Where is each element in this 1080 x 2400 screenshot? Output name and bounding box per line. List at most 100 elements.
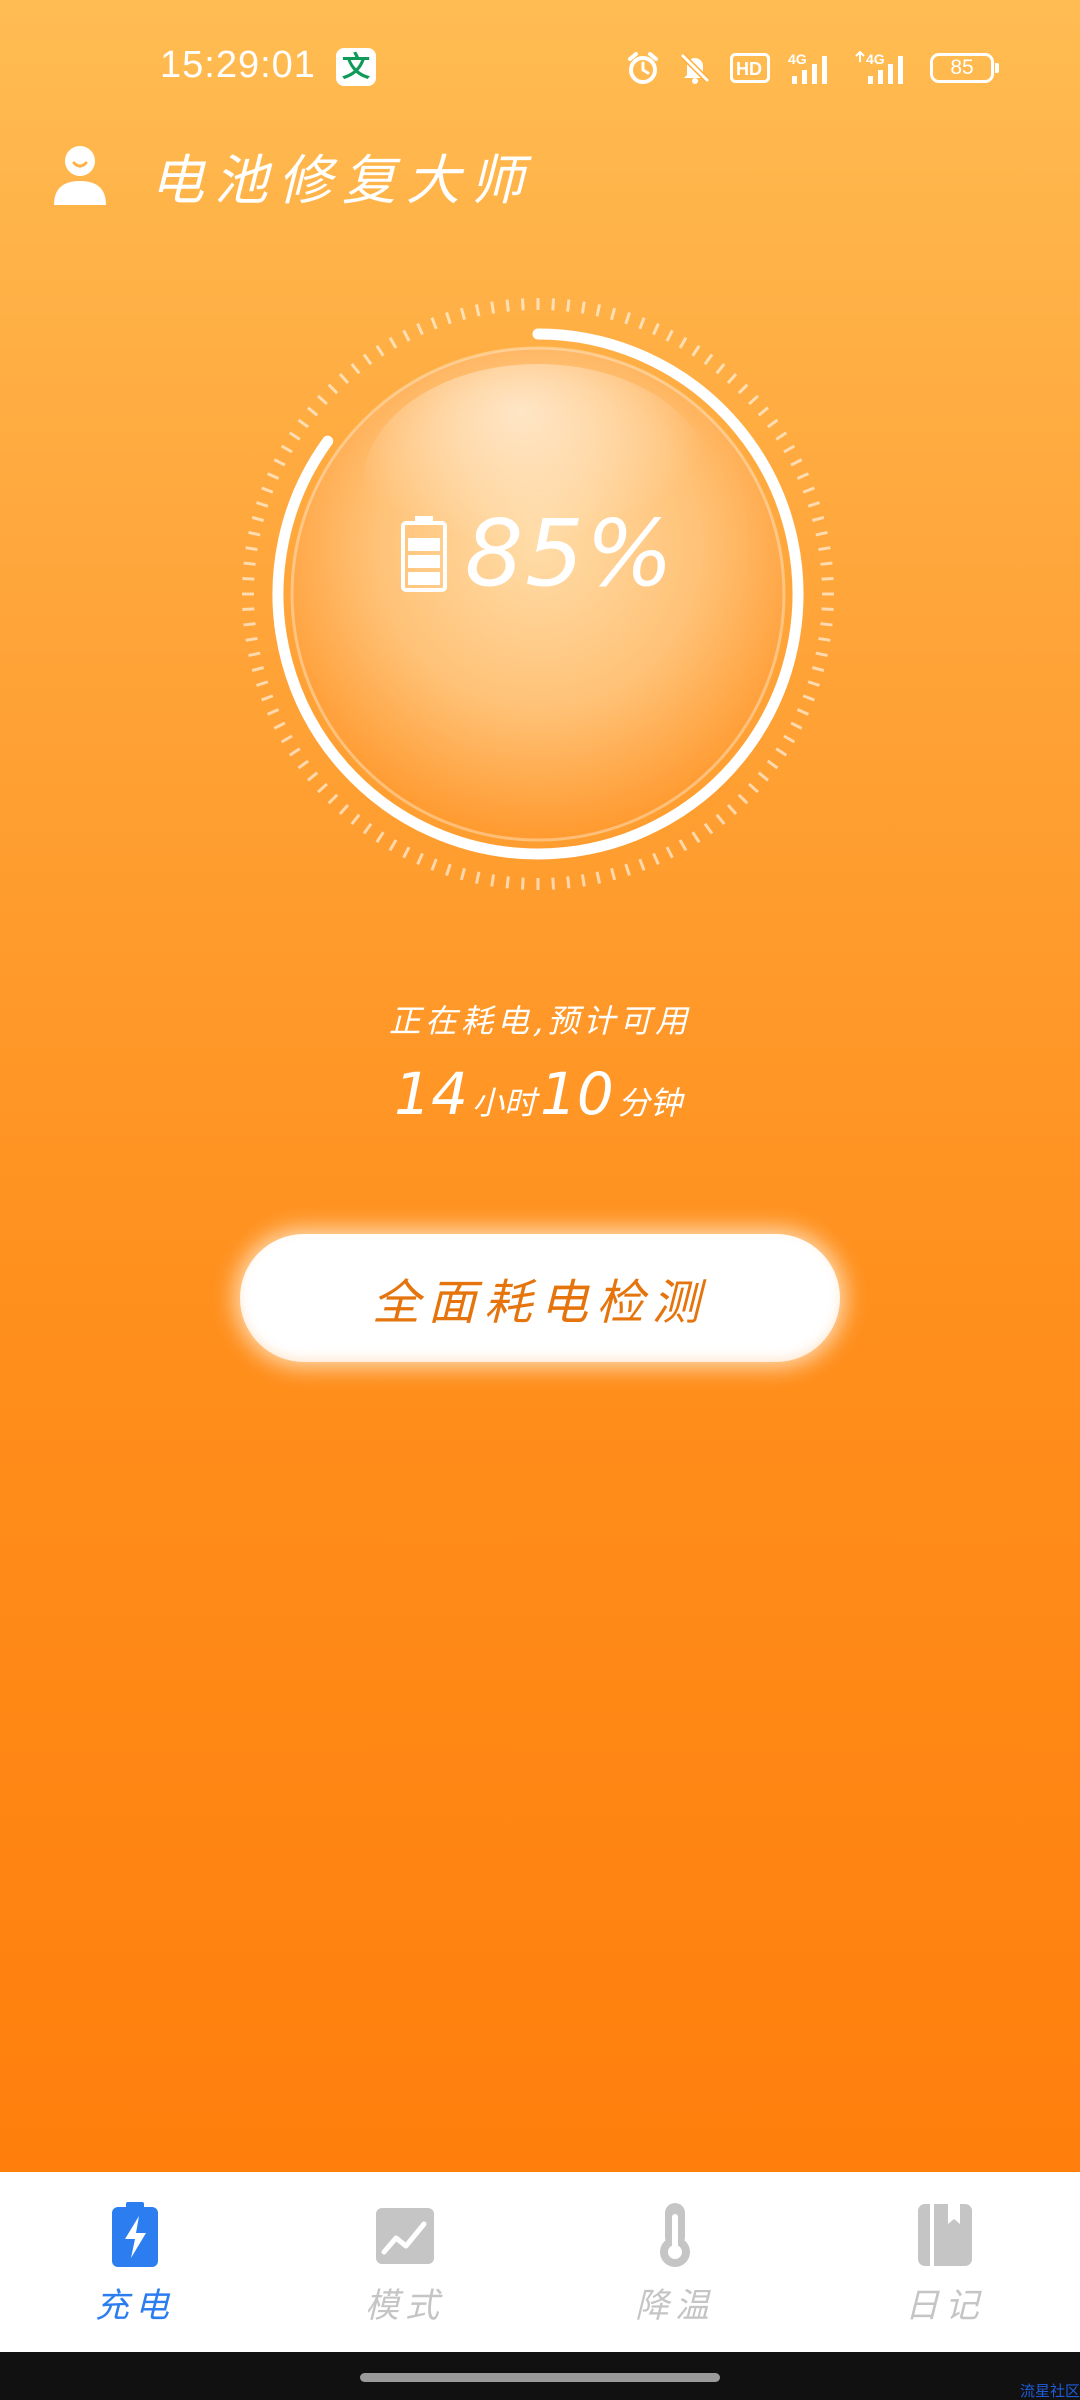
gauge-tick [430, 858, 438, 871]
gauge-tick [595, 871, 602, 884]
estimate-time: 14 小时10 分钟 [0, 1060, 1080, 1128]
gauge-tick [416, 852, 424, 866]
nav-label-mode: 模式 [365, 2286, 445, 2326]
charge-icon [112, 2202, 158, 2267]
gauge-tick [821, 607, 834, 611]
gauge-tick [505, 299, 510, 312]
gauge-tick [566, 876, 571, 889]
gauge-tick [678, 839, 688, 852]
nav-item-charge[interactable]: 充电 [0, 2172, 270, 2352]
gauge-tick [317, 394, 328, 406]
nav-item-diary[interactable]: 日记 [810, 2172, 1080, 2352]
gauge-tick [802, 486, 815, 494]
gauge-tick [802, 694, 815, 702]
gauge-tick [350, 363, 361, 375]
nav-item-mode[interactable]: 模式 [270, 2172, 540, 2352]
gauge-tick [261, 694, 274, 702]
status-time: 15:29:01 [160, 44, 316, 86]
nav-item-cool[interactable]: 降温 [540, 2172, 810, 2352]
gauge-tick [388, 839, 398, 852]
gauge-tick [362, 822, 373, 835]
nav-label-charge: 充电 [95, 2286, 175, 2326]
gauge-tick [266, 472, 280, 480]
gauge-tick [375, 831, 385, 844]
alarm-icon [628, 52, 658, 84]
gauge-label: 85% [238, 500, 838, 607]
gauge-tick [691, 344, 701, 357]
gauge-tick [430, 317, 438, 330]
battery-app-screen: 15:29:01 文 HD 4G 4G 85 电池修复大师 85% 正在耗电,预… [0, 0, 1080, 2400]
gauge-tick [261, 486, 274, 494]
gauge-tick [251, 666, 265, 673]
gauge-tick [807, 680, 820, 687]
nav-label-diary: 日记 [905, 2286, 985, 2326]
gauge-tick [307, 771, 319, 782]
gauge-tick [766, 418, 779, 429]
gauge-tick [402, 846, 411, 859]
gauge-tick [726, 373, 738, 384]
gauge-tick [766, 759, 779, 770]
gauge-tick [652, 322, 660, 336]
gauge-tick [775, 431, 788, 441]
gauge-tick [610, 867, 617, 881]
gauge-tick [288, 747, 301, 757]
estimate-status: 正在耗电,预计可用 [388, 1002, 692, 1040]
hd-icon: HD [730, 53, 770, 83]
gauge-tick [748, 394, 759, 406]
gauge-tick [715, 813, 726, 825]
network-label: 4G [788, 51, 807, 67]
estimate-minutes-unit: 分钟 [617, 1084, 682, 1122]
gauge-tick [521, 877, 525, 890]
gauge-tick [338, 804, 350, 815]
network-label: 4G [866, 51, 885, 67]
gauge-tick [416, 322, 424, 336]
app-title: 电池修复大师 [150, 149, 534, 212]
gauge-tick [580, 301, 586, 314]
gauge-tick [474, 304, 481, 317]
gauge-tick [375, 344, 385, 357]
gauge-tick [796, 708, 810, 716]
estimate-hours-unit: 小时 [471, 1084, 536, 1122]
estimate-hours: 14 [394, 1060, 468, 1128]
thermometer-icon [660, 2203, 690, 2267]
battery-icon [400, 515, 447, 592]
gauge-tick [703, 822, 714, 835]
gauge-tick [818, 636, 831, 642]
gauge-tick [726, 804, 738, 815]
gauge-tick [490, 301, 496, 314]
estimate-minutes: 10 [540, 1060, 614, 1128]
gauge-tick [775, 747, 788, 757]
gauge-tick [297, 759, 310, 770]
gauge-tick [678, 336, 688, 349]
gauge-tick [624, 312, 631, 325]
gauge-tick [665, 846, 674, 859]
signal-4g-icon: 4G [855, 50, 903, 84]
gauge-tick [243, 622, 256, 627]
chart-image-icon [376, 2208, 434, 2264]
gauge-tick [757, 771, 769, 782]
gauge-tick [245, 636, 258, 642]
gauge-tick [811, 666, 825, 673]
user-icon[interactable] [52, 143, 108, 207]
full-detect-button[interactable]: 全面耗电检测 [240, 1234, 840, 1362]
home-indicator[interactable] [360, 2373, 720, 2382]
battery-percent: 85% [464, 500, 676, 607]
notebook-icon [918, 2204, 972, 2266]
gauge-tick [505, 876, 510, 889]
gauge-tick [280, 734, 293, 744]
gauge-tick [307, 406, 319, 417]
gauge-tick [551, 298, 555, 311]
gauge-tick [624, 863, 631, 876]
gauge-tick [327, 383, 339, 395]
gauge-tick [748, 782, 759, 794]
gauge-tick [248, 651, 261, 658]
gauge-tick [317, 782, 328, 794]
gauge-tick [445, 863, 452, 876]
gauge-tick [790, 721, 803, 730]
gauge-tick [280, 444, 293, 454]
gauge-tick [273, 458, 286, 467]
gauge-tick [783, 444, 796, 454]
gauge-tick [783, 734, 796, 744]
watermark-text: 流星社区 [1019, 2382, 1080, 2400]
gauge-tick [388, 336, 398, 349]
